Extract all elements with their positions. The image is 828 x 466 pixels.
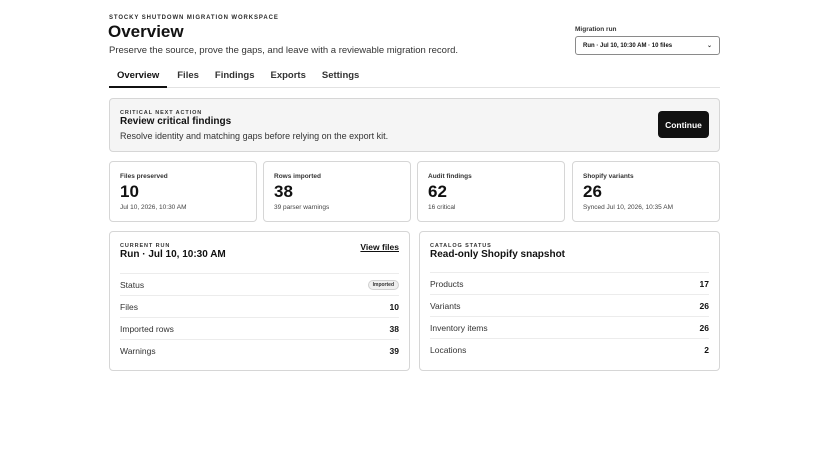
run-row-imported-rows: Imported rows 38	[120, 317, 399, 339]
row-value: 26	[699, 322, 709, 333]
migration-run-select[interactable]: Run · Jul 10, 10:30 AM · 10 files ⌄	[575, 36, 720, 55]
stat-label: Shopify variants	[583, 173, 634, 180]
stat-value: 26	[583, 182, 602, 201]
stat-label: Rows imported	[274, 173, 321, 180]
stat-shopify-variants: Shopify variants 26 Synced Jul 10, 2026,…	[572, 161, 720, 222]
current-run-panel: CURRENT RUN Run · Jul 10, 10:30 AM View …	[109, 231, 410, 371]
catalog-row-locations: Locations 2	[430, 338, 709, 360]
tab-exports[interactable]: Exports	[262, 66, 313, 88]
catalog-row-inventory-items: Inventory items 26	[430, 316, 709, 338]
run-row-status: Status Imported	[120, 273, 399, 295]
stat-rows-imported: Rows imported 38 39 parser warnings	[263, 161, 411, 222]
stat-sub: Synced Jul 10, 2026, 10:35 AM	[583, 204, 673, 211]
row-value: 39	[389, 345, 399, 356]
continue-button[interactable]: Continue	[658, 111, 709, 138]
row-label: Products	[430, 278, 464, 289]
stat-sub: 16 critical	[428, 204, 456, 211]
row-value: 10	[389, 301, 399, 312]
run-row-warnings: Warnings 39	[120, 339, 399, 361]
status-badge: Imported	[367, 279, 399, 290]
panel-heading: Run · Jul 10, 10:30 AM	[120, 249, 226, 260]
catalog-status-panel: CATALOG STATUS Read-only Shopify snapsho…	[419, 231, 720, 371]
tab-bar: Overview Files Findings Exports Settings	[109, 66, 720, 88]
stat-value: 10	[120, 182, 139, 201]
page-title: Overview	[108, 22, 184, 41]
chevron-down-icon: ⌄	[706, 43, 712, 49]
row-label: Locations	[430, 344, 467, 355]
banner-heading: Review critical findings	[120, 116, 232, 127]
migration-run-label: Migration run	[575, 26, 617, 33]
tab-settings[interactable]: Settings	[314, 66, 367, 88]
row-label: Inventory items	[430, 322, 488, 333]
panel-heading: Read-only Shopify snapshot	[430, 249, 566, 260]
stat-audit-findings: Audit findings 62 16 critical	[417, 161, 565, 222]
row-value: 2	[704, 344, 709, 355]
row-label: Imported rows	[120, 323, 174, 334]
view-files-link[interactable]: View files	[360, 242, 399, 252]
page-subtitle: Preserve the source, prove the gaps, and…	[109, 45, 459, 56]
row-value: 38	[389, 323, 399, 334]
stat-label: Files preserved	[120, 173, 168, 180]
row-value: 26	[699, 300, 709, 311]
stat-value: 62	[428, 182, 447, 201]
row-label: Variants	[430, 300, 461, 311]
critical-action-banner: CRITICAL NEXT ACTION Review critical fin…	[109, 98, 720, 152]
row-label: Warnings	[120, 345, 156, 356]
tab-files[interactable]: Files	[169, 66, 207, 88]
tab-overview[interactable]: Overview	[109, 66, 168, 88]
tab-findings[interactable]: Findings	[207, 66, 263, 88]
banner-description: Resolve identity and matching gaps befor…	[120, 131, 389, 141]
workspace-eyebrow: STOCKY SHUTDOWN MIGRATION WORKSPACE	[109, 15, 279, 21]
stat-sub: 39 parser warnings	[274, 204, 330, 211]
catalog-row-variants: Variants 26	[430, 294, 709, 316]
catalog-row-products: Products 17	[430, 272, 709, 294]
run-row-files: Files 10	[120, 295, 399, 317]
row-label: Files	[120, 301, 138, 312]
row-label: Status	[120, 279, 145, 290]
migration-run-value: Run · Jul 10, 10:30 AM · 10 files	[583, 42, 673, 49]
row-value: 17	[699, 278, 709, 289]
stat-files-preserved: Files preserved 10 Jul 10, 2026, 10:30 A…	[109, 161, 257, 222]
stat-sub: Jul 10, 2026, 10:30 AM	[120, 204, 187, 211]
stat-label: Audit findings	[428, 173, 472, 180]
stat-value: 38	[274, 182, 293, 201]
